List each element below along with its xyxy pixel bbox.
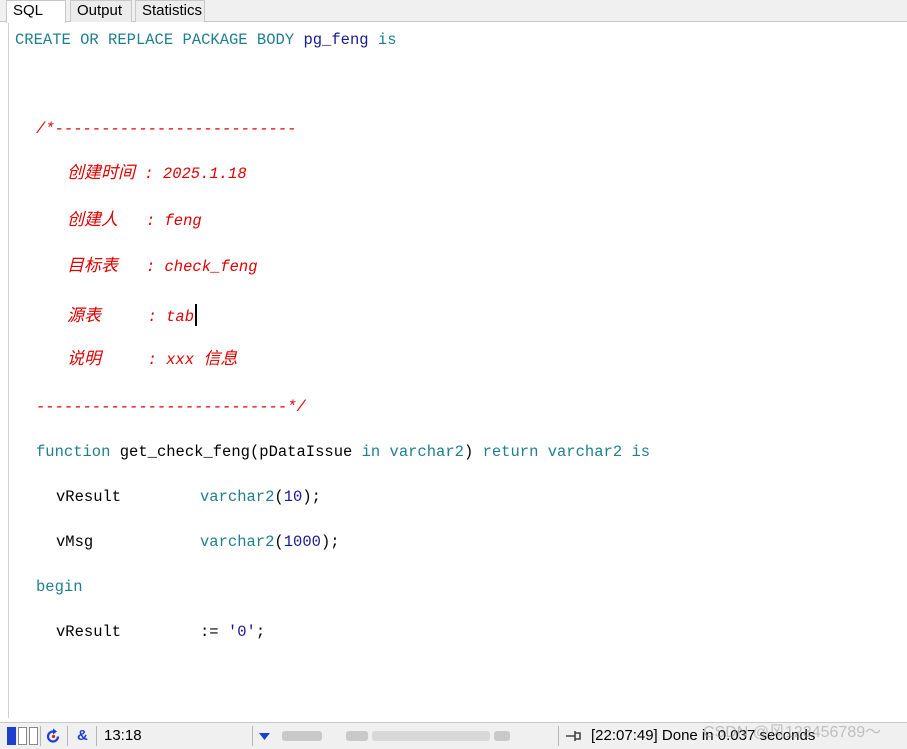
number: 10	[283, 488, 303, 506]
chevron-down-icon[interactable]	[259, 733, 270, 740]
refresh-icon[interactable]	[45, 728, 62, 745]
keyword: is	[631, 443, 651, 461]
keyword: BODY	[256, 31, 295, 49]
var-decl-vresult: vResult	[56, 488, 121, 506]
tab-output[interactable]: Output	[70, 0, 132, 22]
tab-statistics[interactable]: Statistics	[135, 0, 205, 22]
status-divider	[558, 726, 559, 746]
comment-label: 创建时间	[67, 163, 135, 183]
status-indicator-icon	[7, 727, 16, 745]
pin-icon	[566, 731, 581, 741]
editor-tab-bar: SQL Output Statistics	[0, 0, 907, 23]
status-indicator-icon	[18, 727, 27, 745]
type: varchar2	[200, 488, 275, 506]
keyword: is	[377, 31, 397, 49]
sql-editor[interactable]: CREATE OR REPLACE PACKAGE BODY pg_feng i…	[8, 23, 907, 718]
type: varchar2	[389, 443, 464, 461]
comment-value: : 2025.1.18	[135, 165, 247, 183]
keyword: in	[361, 443, 381, 461]
comment-line-creator: 创建人 : feng	[67, 211, 202, 230]
tab-sql[interactable]: SQL	[6, 0, 66, 23]
ampersand-indicator: &	[77, 727, 88, 744]
status-indicator-icon	[29, 727, 38, 745]
redacted-connection	[346, 731, 368, 741]
cursor-position: 13:18	[104, 727, 142, 744]
var-name: vResult	[56, 623, 122, 641]
var-decl-vmsg: vMsg	[56, 533, 93, 551]
paren: );	[302, 488, 321, 506]
redacted-connection	[372, 731, 490, 741]
keyword: REPLACE	[108, 31, 174, 49]
comment-value: : feng	[118, 212, 202, 230]
comment-label: 创建人	[67, 210, 118, 230]
code-line-1: CREATE OR REPLACE PACKAGE BODY pg_feng i…	[15, 31, 397, 49]
status-divider	[252, 726, 253, 746]
redacted-connection	[494, 731, 510, 741]
paren: (	[274, 533, 284, 551]
comment-line-created-time: 创建时间 : 2025.1.18	[67, 164, 247, 183]
comment-value: : tab	[101, 308, 195, 326]
param-name: pDataIssue	[259, 443, 353, 461]
function-name: get_check_feng	[119, 443, 250, 461]
status-divider	[40, 726, 41, 746]
comment-label: 源表	[67, 306, 101, 326]
comment-value-cjk: 信息	[203, 349, 238, 369]
type: varchar2	[547, 443, 623, 461]
keyword: CREATE	[15, 31, 71, 49]
function-declaration: function get_check_feng(pDataIssue in va…	[36, 443, 650, 461]
redacted-connection	[282, 731, 322, 741]
status-bar: & 13:18 [22:07:49] Done in 0.037 seconds…	[0, 722, 907, 749]
var-name: vResult	[56, 488, 122, 506]
begin-keyword: begin	[36, 578, 83, 596]
paren: );	[320, 533, 340, 551]
paren: (	[249, 443, 260, 461]
operator: :=	[200, 623, 219, 641]
comment-line-source-table: 源表 : tab	[67, 304, 198, 326]
paren: (	[274, 488, 284, 506]
var-name: vMsg	[56, 533, 94, 551]
keyword: return	[482, 443, 539, 461]
var-type-vresult: varchar2(10);	[200, 488, 321, 506]
type: varchar2	[200, 533, 275, 551]
comment-line-description: 说明 : xxx 信息	[67, 350, 237, 369]
paren: )	[463, 443, 474, 461]
keyword: PACKAGE	[182, 31, 248, 49]
comment-close: ---------------------------*/	[36, 398, 306, 416]
assign-vresult: vResult	[56, 623, 121, 641]
comment-label: 说明	[67, 349, 101, 369]
semicolon: ;	[255, 623, 266, 641]
assign-value: := '0';	[200, 623, 265, 641]
keyword: function	[36, 443, 111, 461]
package-name: pg_feng	[303, 31, 369, 49]
watermark: CSDN @风123456789～	[703, 724, 882, 741]
comment-line-target-table: 目标表 : check_feng	[67, 257, 258, 276]
comment-value: : xxx	[101, 351, 204, 369]
var-type-vmsg: varchar2(1000);	[200, 533, 340, 551]
status-divider	[67, 726, 68, 746]
status-divider	[96, 726, 97, 746]
number: 1000	[283, 533, 321, 551]
string-literal: '0'	[227, 623, 256, 641]
comment-open: /*--------------------------	[36, 120, 297, 138]
comment-value: : check_feng	[118, 258, 258, 276]
keyword: OR	[80, 31, 99, 49]
comment-label: 目标表	[67, 256, 118, 276]
text-cursor	[195, 304, 198, 326]
